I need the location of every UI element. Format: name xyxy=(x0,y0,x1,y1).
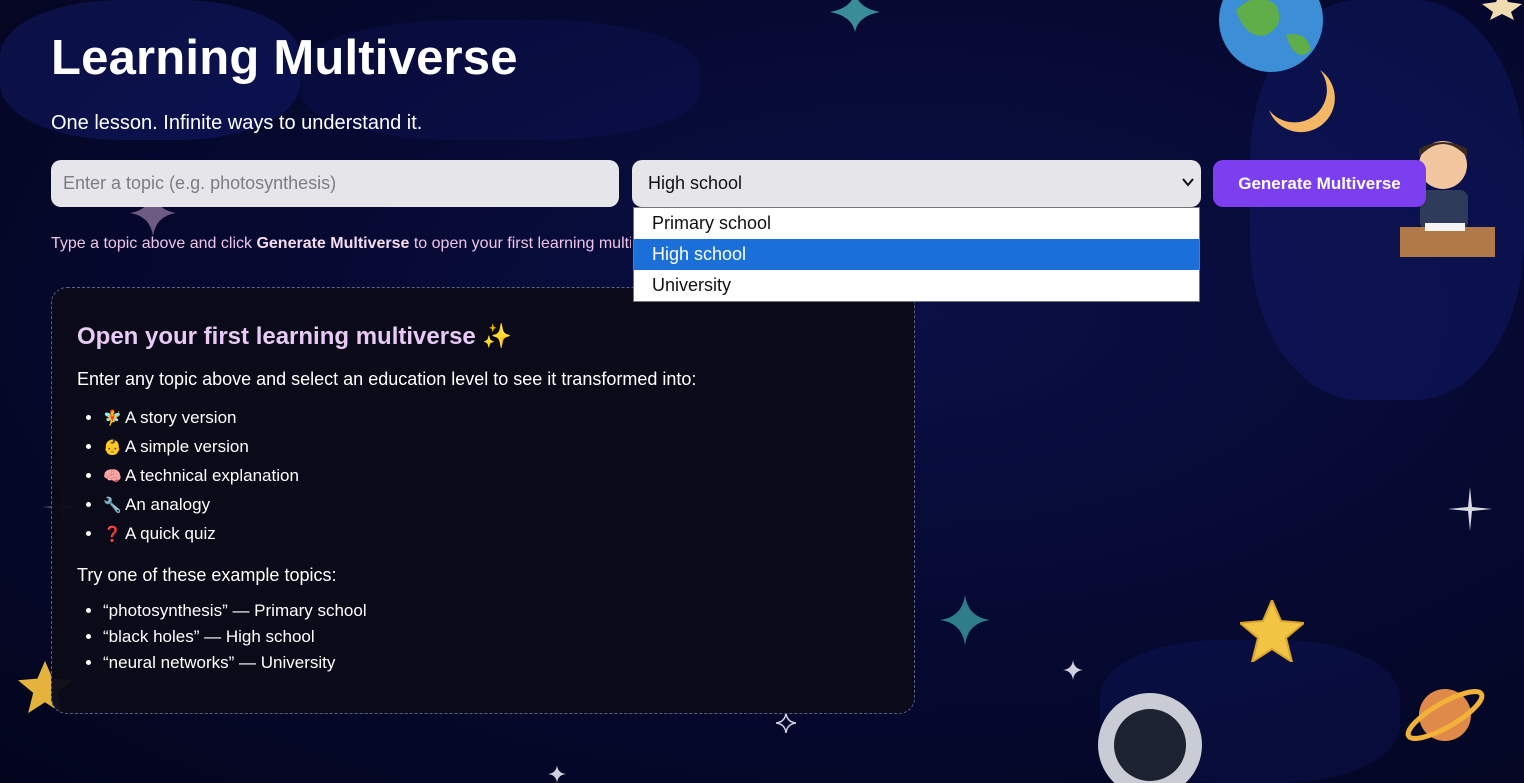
option-university[interactable]: University xyxy=(634,270,1199,301)
topic-input[interactable] xyxy=(51,160,619,207)
generate-multiverse-button[interactable]: Generate Multiverse xyxy=(1213,160,1426,207)
sparkle-icon xyxy=(830,0,880,32)
astronaut-icon xyxy=(1098,693,1202,783)
mode-list: 🧚A story version 👶A simple version 🧠A te… xyxy=(77,408,889,553)
list-item: 🧚A story version xyxy=(103,408,889,437)
card-intro: Enter any topic above and select an educ… xyxy=(77,369,697,389)
page-subtitle: One lesson. Infinite ways to understand … xyxy=(51,112,423,134)
example-topic: “neural networks” — University xyxy=(103,653,889,679)
list-item: 👶A simple version xyxy=(103,437,889,466)
education-level-select[interactable]: High school xyxy=(632,160,1201,207)
brain-icon: 🧠 xyxy=(103,468,122,485)
sparkle-icon xyxy=(940,595,990,645)
hint-text: Type a topic above and click Generate Mu… xyxy=(51,235,631,252)
wrench-icon: 🔧 xyxy=(103,497,122,514)
page-title: Learning Multiverse xyxy=(51,31,518,85)
list-item: ❓A quick quiz xyxy=(103,524,889,553)
option-high-school[interactable]: High school xyxy=(634,239,1199,270)
card-heading: Open your first learning multiverse ✨ xyxy=(77,323,513,350)
baby-icon: 👶 xyxy=(103,439,122,456)
crescent-moon-icon xyxy=(1269,70,1335,133)
ringed-planet-icon xyxy=(1405,689,1485,741)
question-mark-icon: ❓ xyxy=(103,526,122,543)
welcome-card: Open your first learning multiverse ✨ En… xyxy=(51,287,915,714)
example-topic: “photosynthesis” — Primary school xyxy=(103,601,889,627)
sparkle-icon xyxy=(776,713,796,733)
sparkle-icon xyxy=(548,765,566,783)
star-icon xyxy=(1482,0,1522,20)
education-level-dropdown: Primary school High school University xyxy=(633,207,1200,302)
chevron-down-icon xyxy=(1182,178,1194,187)
example-topic-list: “photosynthesis” — Primary school “black… xyxy=(77,601,889,679)
list-item: 🔧An analogy xyxy=(103,495,889,524)
option-primary-school[interactable]: Primary school xyxy=(634,208,1199,239)
sparkle-icon xyxy=(1448,487,1492,531)
sparkle-icon xyxy=(1063,660,1083,680)
examples-label: Try one of these example topics: xyxy=(77,565,337,585)
fairy-icon: 🧚 xyxy=(103,410,122,427)
star-icon xyxy=(1240,600,1304,662)
planet-earth-icon xyxy=(1219,0,1323,72)
education-level-value: High school xyxy=(648,173,743,193)
list-item: 🧠A technical explanation xyxy=(103,466,889,495)
example-topic: “black holes” — High school xyxy=(103,627,889,653)
